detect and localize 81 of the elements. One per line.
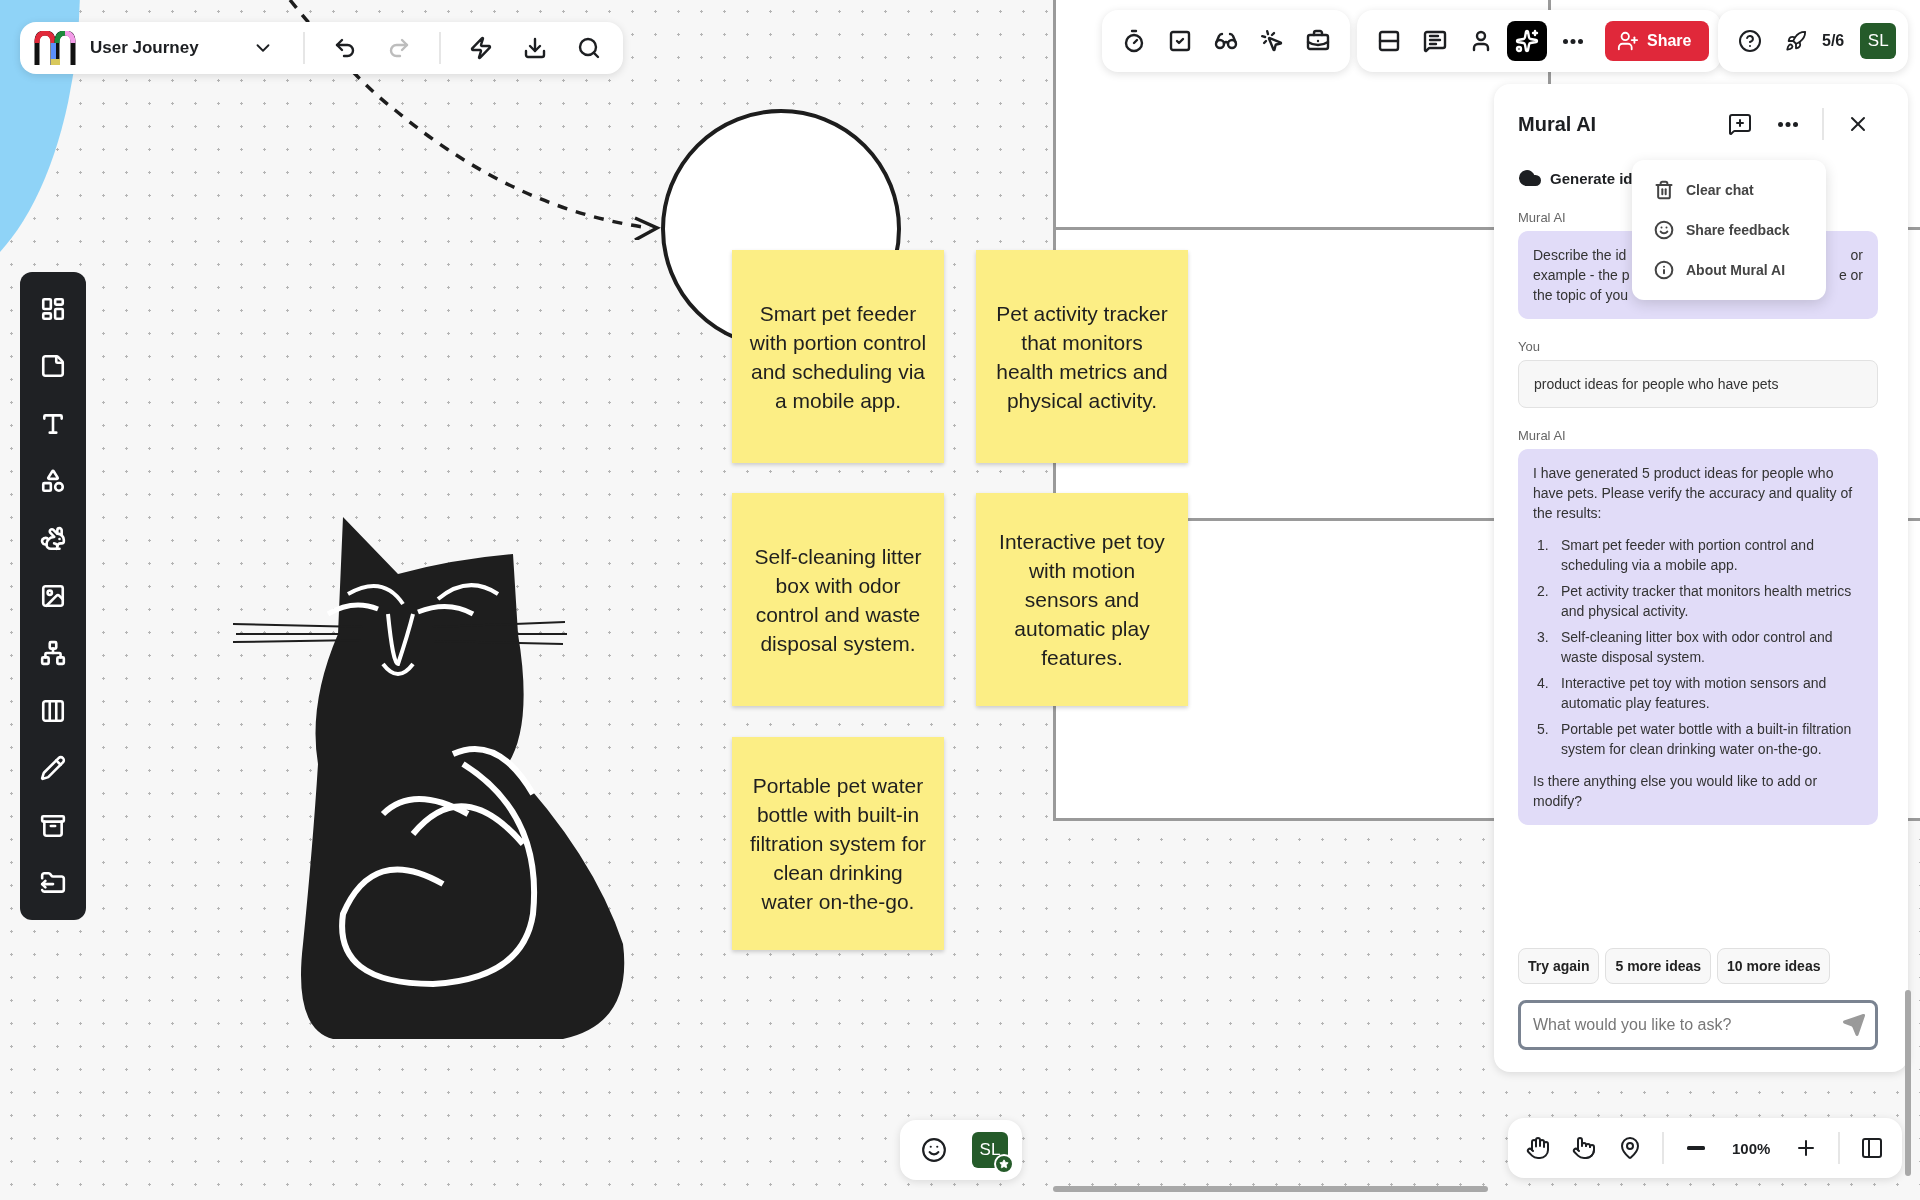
- share-button[interactable]: Share: [1605, 21, 1710, 61]
- list-number: 4.: [1537, 674, 1550, 693]
- sticky-note[interactable]: Smart pet feeder with portion control and scheduling via a mobile app.: [732, 250, 944, 463]
- list-number: 2.: [1537, 582, 1550, 601]
- panel-title: Mural AI: [1518, 112, 1598, 136]
- sparkles-icon: [1515, 29, 1539, 53]
- panel-icon: [1860, 1136, 1885, 1160]
- layout-icon: [40, 295, 66, 322]
- message-text: I have generated 5 product ideas for people who have pets. Please verify the accuracy and quality of the results:: [1533, 464, 1854, 523]
- smile-icon: [921, 1137, 947, 1163]
- minus-icon: [1687, 1146, 1705, 1150]
- diagram-icon: [40, 640, 66, 667]
- trash-icon: [1654, 180, 1674, 200]
- more-icon: [1778, 121, 1798, 127]
- sticky-note[interactable]: Self-cleaning litter box with odor control and waste disposal system.: [732, 493, 944, 706]
- lightning-icon: [468, 36, 493, 60]
- search-icon: [576, 36, 601, 60]
- sticky-note[interactable]: Interactive pet toy with motion sensors and automatic play features.: [976, 493, 1188, 706]
- rabbit-icon: [40, 525, 66, 552]
- info-icon: [1654, 260, 1674, 280]
- pointer-click-icon: [1260, 29, 1284, 53]
- zoom-level: 100%: [1732, 1139, 1771, 1157]
- menu-item[interactable]: Share feedback: [1632, 210, 1826, 250]
- message-author: You: [1518, 339, 1541, 354]
- message-author: Mural AI: [1518, 210, 1567, 225]
- logo-icon: [34, 31, 76, 65]
- list-number: 5.: [1537, 720, 1550, 739]
- message-text: e or: [1838, 266, 1863, 285]
- menu-item[interactable]: About Mural AI: [1632, 250, 1826, 290]
- map-pin-icon: [1618, 1136, 1642, 1160]
- shapes-icon: [40, 468, 66, 495]
- list-item: Self-cleaning litter box with odor control and waste disposal system.: [1561, 628, 1834, 667]
- table-icon: [40, 697, 66, 724]
- user-plus-icon: [1617, 30, 1639, 52]
- sticky-note-icon: [40, 353, 66, 380]
- download-icon: [522, 36, 547, 60]
- message-text: the topic of you: [1533, 286, 1628, 305]
- checkbox-icon: [1168, 29, 1192, 53]
- message-text: Describe the id: [1533, 246, 1627, 265]
- smile-icon: [1654, 220, 1674, 240]
- menu-item[interactable]: Clear chat: [1632, 170, 1826, 210]
- board-title: User Journey: [90, 38, 199, 58]
- message-text: Is there anything else you would like to add or modify?: [1533, 772, 1819, 811]
- pencil-icon: [40, 755, 66, 782]
- toolbox-icon: [1306, 29, 1330, 53]
- sticky-note[interactable]: Portable pet water bottle with built-in filtration system for clean drinking water on-the-go.: [732, 737, 944, 950]
- chat-icon: [1423, 29, 1447, 53]
- list-number: 3.: [1537, 628, 1550, 647]
- list-item: Smart pet feeder with portion control and scheduling via a mobile app.: [1561, 536, 1815, 575]
- send-icon: [1842, 1013, 1866, 1037]
- image-icon: [40, 583, 66, 609]
- user-avatar[interactable]: SL: [1860, 23, 1897, 59]
- chat-plus-icon: [1728, 112, 1752, 136]
- generate-label: Generate id: [1550, 169, 1633, 187]
- suggestion-chip[interactable]: Try again: [1518, 948, 1600, 984]
- sticky-note[interactable]: Pet activity tracker that monitors health metrics and physical activity.: [976, 250, 1188, 463]
- message-author: Mural AI: [1518, 428, 1567, 443]
- suggestion-chip[interactable]: 5 more ideas: [1605, 948, 1712, 984]
- ask-field[interactable]: What would you like to ask?: [1518, 1000, 1878, 1050]
- timer-icon: [1122, 29, 1146, 53]
- progress-count: 5/6: [1822, 32, 1845, 50]
- rocket-icon: [1785, 30, 1807, 52]
- rows-icon: [1377, 29, 1401, 53]
- list-number: 1.: [1537, 536, 1550, 555]
- archive-icon: [40, 812, 66, 839]
- star-icon: [999, 1159, 1009, 1169]
- help-icon: [1738, 29, 1762, 53]
- tool-button[interactable]: [1507, 21, 1547, 61]
- pointer-icon: [1572, 1136, 1596, 1160]
- scrollbar[interactable]: [1905, 990, 1911, 1176]
- message-text: or: [1850, 246, 1863, 265]
- list-item: Interactive pet toy with motion sensors and automatic play features.: [1561, 674, 1828, 713]
- avatar-initials: SL: [979, 1140, 1001, 1160]
- message-text: example - the p: [1533, 266, 1630, 285]
- list-item: Pet activity tracker that monitors health metrics and physical activity.: [1561, 582, 1853, 621]
- suggestion-chip[interactable]: 10 more ideas: [1717, 948, 1831, 984]
- more-icon: [1563, 38, 1583, 44]
- hand-icon: [1526, 1136, 1550, 1160]
- scrollbar[interactable]: [1053, 1186, 1488, 1192]
- list-item: Portable pet water bottle with a built-in filtration system for clean drinking water on-the-go.: [1561, 720, 1853, 759]
- user-message: product ideas for people who have pets: [1518, 360, 1878, 408]
